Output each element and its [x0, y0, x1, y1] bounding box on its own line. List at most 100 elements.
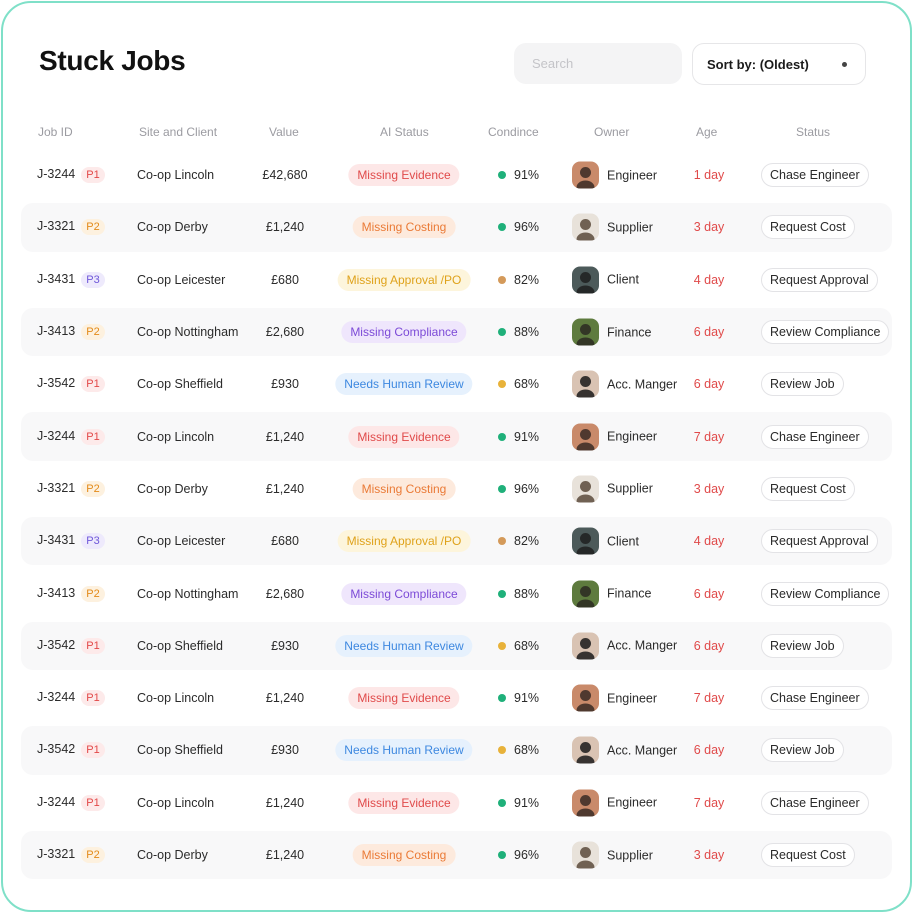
- confidence-value: 82%: [514, 534, 540, 549]
- confidence-dot-icon: [498, 641, 506, 650]
- site-client: Co-op Lincoln: [137, 795, 215, 810]
- job-value: £930: [271, 377, 299, 392]
- avatar: [572, 318, 599, 346]
- status-action-button[interactable]: Chase Engineer: [761, 790, 869, 815]
- ai-status-cell: Missing Evidence: [348, 687, 460, 710]
- owner-cell: Supplier: [572, 213, 653, 241]
- avatar: [572, 213, 599, 241]
- status-cell: Review Job: [761, 372, 844, 397]
- table-row[interactable]: J-3244 P1 Co-op Lincoln £1,240 Missing Ev…: [3, 672, 910, 724]
- status-action-button[interactable]: Review Job: [761, 633, 844, 658]
- confidence-dot-icon: [498, 275, 506, 284]
- status-action-button[interactable]: Chase Engineer: [761, 163, 869, 188]
- status-action-button[interactable]: Review Job: [761, 372, 844, 397]
- ai-status-cell: Missing Costing: [352, 477, 456, 500]
- page-title: Stuck Jobs: [39, 45, 186, 76]
- age-value: 7 day: [693, 691, 725, 706]
- table-row[interactable]: J-3244 P1 Co-op Lincoln £1,240 Missing Ev…: [3, 410, 910, 462]
- status-action-button[interactable]: Request Approval: [761, 267, 878, 292]
- table-row[interactable]: J-3542 P1 Co-op Sheffield £930 Needs Huma…: [3, 358, 910, 410]
- table-row[interactable]: J-3542 P1 Co-op Sheffield £930 Needs Huma…: [3, 724, 910, 776]
- status-action-button[interactable]: Review Compliance: [761, 581, 890, 606]
- column-header-ai-status[interactable]: AI Status: [380, 125, 429, 139]
- site-client: Co-op Leicester: [137, 272, 226, 287]
- job-id-cell: J-3244 P1: [37, 794, 105, 811]
- age-value: 6 day: [693, 743, 725, 758]
- job-id-cell: J-3321 P2: [37, 847, 105, 863]
- priority-badge: P1: [81, 376, 105, 393]
- column-header-age[interactable]: Age: [696, 125, 717, 139]
- table-row[interactable]: J-3413 P2 Co-op Nottingham £2,680 Missing…: [3, 567, 910, 619]
- status-action-button[interactable]: Request Cost: [761, 215, 855, 240]
- job-id-cell: J-3431 P3: [37, 533, 105, 550]
- avatar: [572, 841, 599, 869]
- column-header-value[interactable]: Value: [269, 125, 299, 139]
- site-client: Co-op Lincoln: [137, 691, 215, 706]
- search-input[interactable]: [532, 56, 708, 71]
- column-header-job-id[interactable]: Job ID: [38, 125, 73, 139]
- status-action-button[interactable]: Chase Engineer: [761, 424, 869, 449]
- site-client: Co-op Leicester: [137, 534, 226, 549]
- owner-name: Acc. Manger: [607, 377, 678, 392]
- sort-dropdown[interactable]: Sort by: (Oldest): [692, 43, 866, 85]
- age-value: 3 day: [693, 481, 725, 496]
- avatar: [572, 580, 599, 608]
- job-value: £930: [271, 743, 299, 758]
- table-row[interactable]: J-3321 P2 Co-op Derby £1,240 Missing Cost…: [3, 463, 910, 515]
- job-value: £1,240: [265, 795, 305, 810]
- column-header-status[interactable]: Status: [796, 125, 830, 139]
- age-value: 4 day: [693, 272, 725, 287]
- avatar: [572, 423, 599, 451]
- ai-status-cell: Missing Approval /PO: [337, 530, 471, 553]
- priority-badge: P2: [81, 324, 105, 341]
- job-value: £1,240: [265, 691, 305, 706]
- status-cell: Review Job: [761, 633, 844, 658]
- confidence-dot-icon: [498, 484, 506, 493]
- job-id-cell: J-3413 P2: [37, 324, 105, 341]
- priority-badge: P2: [81, 480, 105, 497]
- column-header-site[interactable]: Site and Client: [139, 125, 217, 139]
- owner-name: Supplier: [607, 220, 653, 235]
- priority-badge: P2: [81, 219, 105, 236]
- ai-status-pill: Missing Approval /PO: [337, 268, 471, 291]
- column-header-confidence[interactable]: Condince: [488, 125, 539, 139]
- avatar: [572, 266, 599, 294]
- table-row[interactable]: J-3431 P3 Co-op Leicester £680 Missing Ap…: [3, 515, 910, 567]
- age-value: 3 day: [693, 848, 725, 862]
- table-row[interactable]: J-3244 P1 Co-op Lincoln £42,680 Missing E…: [3, 149, 910, 201]
- table-row[interactable]: J-3431 P3 Co-op Leicester £680 Missing Ap…: [3, 254, 910, 306]
- status-action-button[interactable]: Request Approval: [761, 529, 878, 554]
- job-id-cell: J-3413 P2: [37, 585, 105, 602]
- status-action-button[interactable]: Request Cost: [761, 476, 855, 501]
- priority-badge: P1: [81, 428, 105, 445]
- job-value: £1,240: [265, 481, 305, 496]
- ai-status-pill: Missing Evidence: [348, 425, 460, 448]
- stuck-jobs-card: Stuck Jobs Sort by: (Oldest) Job ID Site…: [1, 1, 912, 912]
- search-box[interactable]: [514, 43, 722, 84]
- ai-status-cell: Missing Costing: [352, 216, 456, 239]
- confidence-value: 88%: [514, 586, 540, 601]
- table-row[interactable]: J-3321 P2 Co-op Derby £1,240 Missing Cost…: [3, 829, 910, 881]
- job-id: J-3542: [37, 637, 76, 652]
- priority-badge: P3: [81, 271, 105, 288]
- column-header-owner[interactable]: Owner: [594, 125, 629, 139]
- table-row[interactable]: J-3244 P1 Co-op Lincoln £1,240 Missing Ev…: [3, 777, 910, 829]
- table-row[interactable]: J-3542 P1 Co-op Sheffield £930 Needs Huma…: [3, 620, 910, 672]
- age-value: 7 day: [693, 795, 725, 810]
- job-id: J-3413: [37, 585, 76, 600]
- confidence-cell: 91%: [498, 168, 539, 182]
- dropdown-dot-icon: [842, 61, 847, 67]
- status-action-button[interactable]: Request Cost: [761, 843, 855, 867]
- status-action-button[interactable]: Chase Engineer: [761, 686, 869, 711]
- owner-cell: Supplier: [572, 475, 653, 503]
- ai-status-pill: Missing Approval /PO: [337, 530, 471, 553]
- ai-status-cell: Needs Human Review: [335, 373, 473, 396]
- status-action-button[interactable]: Review Job: [761, 738, 844, 763]
- status-action-button[interactable]: Review Compliance: [761, 320, 890, 345]
- priority-badge: P3: [81, 533, 105, 550]
- avatar: [572, 736, 599, 764]
- table-row[interactable]: J-3321 P2 Co-op Derby £1,240 Missing Cost…: [3, 201, 910, 253]
- owner-name: Supplier: [607, 848, 653, 862]
- table-row[interactable]: J-3413 P2 Co-op Nottingham £2,680 Missing…: [3, 306, 910, 358]
- owner-name: Supplier: [607, 481, 653, 496]
